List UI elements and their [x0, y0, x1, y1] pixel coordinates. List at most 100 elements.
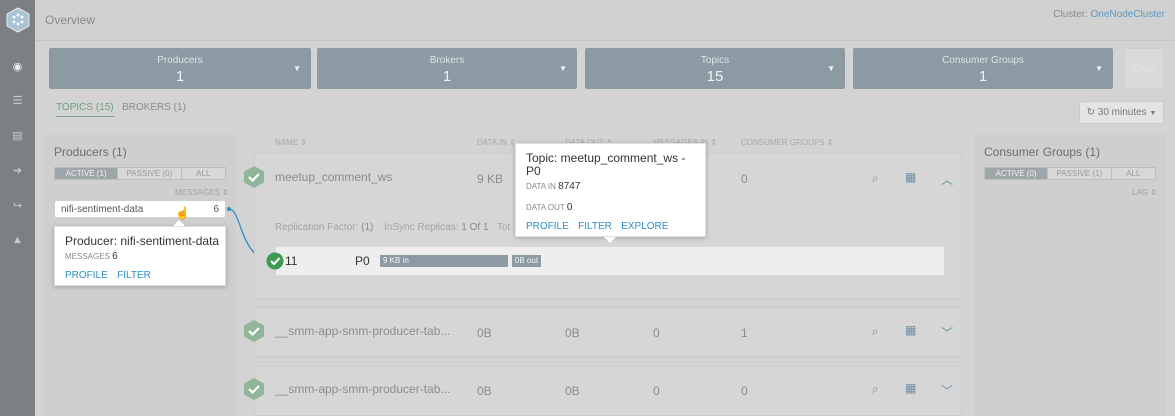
healthy-check-icon: [244, 166, 264, 188]
export-icon[interactable]: ➜: [0, 160, 35, 180]
time-range-value: 30 minutes: [1097, 107, 1147, 118]
topic-consumer-groups: 1: [741, 326, 748, 340]
filter-active[interactable]: ACTIVE (1): [55, 168, 119, 179]
topic-name[interactable]: meetup_comment_ws: [275, 170, 392, 184]
consumer-groups-filter: ACTIVE (0) PASSIVE (1) ALL: [984, 167, 1156, 180]
clear-button[interactable]: Clear: [1124, 48, 1164, 89]
topic-popover-data-in: DATA IN 8747: [526, 181, 580, 192]
partition-row[interactable]: [275, 246, 945, 276]
lag-sort[interactable]: LAG ⇕: [1132, 188, 1157, 197]
chevron-up-icon[interactable]: ︿: [941, 171, 953, 188]
topic-messages-in: 0: [653, 384, 660, 398]
topic-data-out: 0B: [565, 326, 580, 340]
topic-explore-link[interactable]: EXPLORE: [621, 221, 668, 232]
replication-value: (1): [361, 222, 374, 233]
topic-data-in: 0B: [477, 326, 492, 340]
list-icon[interactable]: ☰: [0, 90, 35, 110]
app-logo-icon[interactable]: [6, 7, 30, 33]
filter-all[interactable]: ALL: [1111, 168, 1156, 179]
filter-active[interactable]: ACTIVE (0): [985, 168, 1049, 179]
filter-passive[interactable]: PASSIVE (1): [1048, 168, 1112, 179]
topic-data-in: 0B: [477, 384, 492, 398]
caret-down-icon: ▼: [1095, 64, 1103, 73]
messages-sort[interactable]: MESSAGES ⇕: [175, 188, 229, 197]
filter-passive[interactable]: PASSIVE (0): [118, 168, 182, 179]
topic-consumer-groups: 0: [741, 384, 748, 398]
messages-label: MESSAGES: [65, 252, 110, 261]
left-rail: ◉ ☰ ▤ ➜ ↪ ▲: [0, 0, 35, 416]
tab-brokers[interactable]: BROKERS (1): [122, 102, 186, 113]
topic-name[interactable]: __smm-app-smm-producer-tab...: [275, 324, 450, 338]
partition-in-bar: 9 KB in: [380, 255, 508, 267]
cluster-info: Cluster: OneNodeCluster: [1053, 9, 1165, 20]
stat-card-topics[interactable]: Topics 15 ▼: [585, 48, 845, 89]
topic-profile-link[interactable]: PROFILE: [526, 221, 569, 232]
sort-icon: ⇕: [710, 138, 718, 147]
insync-value: 1 Of 1: [461, 222, 489, 233]
search-icon[interactable]: ⌕: [872, 382, 879, 397]
stat-card-producers[interactable]: Producers 1 ▼: [49, 48, 311, 89]
stat-label: Topics: [700, 55, 730, 66]
database-icon[interactable]: ▤: [0, 125, 35, 145]
topic-messages-in: 0: [653, 326, 660, 340]
stat-label: Brokers: [429, 55, 465, 66]
stat-card-brokers[interactable]: Brokers 1 ▼: [317, 48, 577, 89]
stat-value: 1: [442, 68, 452, 85]
col-label: DATA IN: [477, 138, 507, 147]
stat-label: Producers: [157, 55, 203, 66]
page-title: Overview: [45, 13, 96, 27]
alert-icon[interactable]: ▲: [0, 230, 35, 250]
cluster-name-link[interactable]: OneNodeCluster: [1091, 9, 1165, 20]
producer-profile-link[interactable]: PROFILE: [65, 270, 108, 281]
replication-factor: Replication Factor: (1): [275, 222, 373, 233]
stat-card-consumer-groups[interactable]: Consumer Groups 1 ▼: [853, 48, 1113, 89]
messages-sort-label: MESSAGES: [175, 188, 220, 197]
chevron-down-icon[interactable]: ﹀: [941, 324, 953, 341]
search-icon[interactable]: ⌕: [872, 171, 879, 186]
chevron-down-icon[interactable]: ﹀: [941, 382, 953, 399]
col-label: NAME: [275, 138, 299, 147]
stat-value: 1: [978, 68, 988, 85]
time-range-dropdown[interactable]: ↻ 30 minutes ▼: [1079, 101, 1164, 124]
producers-filter: ACTIVE (1) PASSIVE (0) ALL: [54, 167, 226, 180]
col-label: CONSUMER GROUPS: [741, 138, 825, 147]
sort-icon: ⇕: [826, 138, 834, 147]
caret-down-icon: ▼: [293, 64, 301, 73]
topic-popover: Topic: meetup_comment_ws - P0 DATA IN 87…: [515, 143, 706, 237]
caret-down-icon: ▼: [827, 64, 835, 73]
search-icon[interactable]: ⌕: [872, 324, 879, 339]
col-name[interactable]: NAME ⇕: [275, 138, 307, 147]
topic-popover-title: Topic: meetup_comment_ws - P0: [526, 151, 686, 178]
col-consumer-groups[interactable]: CONSUMER GROUPS ⇕: [741, 138, 834, 147]
sort-icon: ⇕: [300, 138, 308, 147]
dashboard-icon[interactable]: ◉: [0, 56, 35, 76]
top-bar: Overview Cluster: OneNodeCluster: [35, 0, 1175, 41]
caret-down-icon: ▼: [559, 64, 567, 73]
login-icon[interactable]: ↪: [0, 195, 35, 215]
data-out-label: DATA OUT: [526, 203, 565, 212]
insync-label: InSync Replicas:: [384, 222, 459, 233]
data-explorer-icon[interactable]: ▦: [905, 170, 916, 184]
sort-icon: ⇕: [1150, 188, 1157, 197]
healthy-check-icon: [244, 378, 264, 400]
replication-label: Replication Factor:: [275, 222, 359, 233]
topic-filter-link[interactable]: FILTER: [578, 221, 612, 232]
tab-topics[interactable]: TOPICS (15): [56, 102, 114, 117]
producer-popover: Producer: nifi-sentiment-data MESSAGES 6…: [54, 226, 226, 286]
data-explorer-icon[interactable]: ▦: [905, 381, 916, 395]
insync-replicas: InSync Replicas: 1 Of 1: [384, 222, 489, 233]
producer-count: 6: [213, 204, 219, 215]
partition-broker: 11: [285, 254, 298, 268]
producers-title: Producers (1): [54, 145, 127, 159]
producer-item[interactable]: nifi-sentiment-data 6: [54, 200, 226, 218]
stat-label: Consumer Groups: [942, 55, 1024, 66]
topic-popover-data-out: DATA OUT 0: [526, 202, 572, 213]
topic-name[interactable]: __smm-app-smm-producer-tab...: [275, 382, 450, 396]
stat-value: 15: [706, 68, 724, 85]
data-explorer-icon[interactable]: ▦: [905, 323, 916, 337]
consumer-groups-title: Consumer Groups (1): [984, 145, 1101, 159]
producer-filter-link[interactable]: FILTER: [117, 270, 151, 281]
partition-name: P0: [355, 254, 370, 268]
filter-all[interactable]: ALL: [181, 168, 226, 179]
col-data-in[interactable]: DATA IN ⇕: [477, 138, 516, 147]
